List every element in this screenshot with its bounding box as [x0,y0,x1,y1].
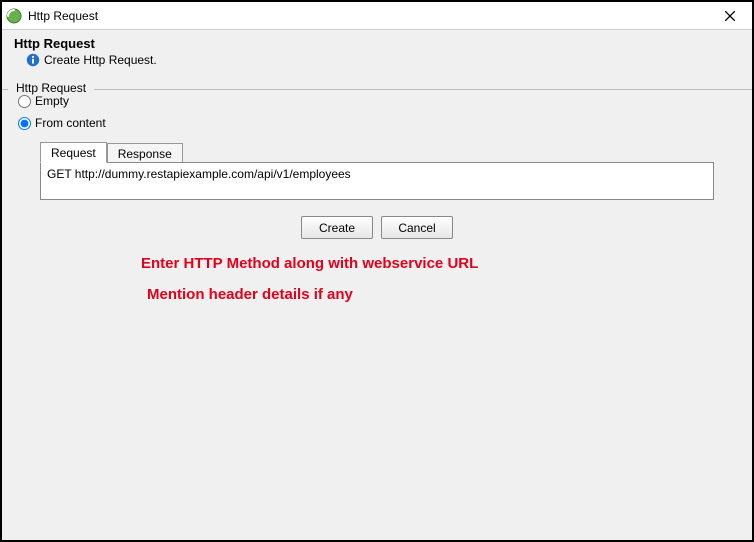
radio-empty-label: Empty [35,94,69,108]
tabs-header: Request Response [40,140,714,162]
header-subtitle: Create Http Request. [44,53,157,67]
create-button[interactable]: Create [301,216,373,239]
group-label: Http Request [8,79,94,95]
tabs-area: Request Response Enter HTTP Method along… [40,140,714,200]
info-icon [26,53,40,67]
tab-response[interactable]: Response [107,143,183,163]
tab-content: Enter HTTP Method along with webservice … [40,162,714,200]
radio-from-content[interactable]: From content [8,112,746,134]
app-icon [6,8,22,24]
header-subtitle-row: Create Http Request. [14,53,740,67]
radio-empty-input[interactable] [18,95,31,108]
radio-empty[interactable]: Empty [8,90,746,112]
dialog-buttons: Create Cancel [2,206,752,251]
annotation-line-1: Enter HTTP Method along with webservice … [141,255,478,272]
tab-response-label: Response [118,147,172,161]
close-icon [725,8,735,24]
dialog-header: Http Request Create Http Request. [2,30,752,71]
annotation-line-2: Mention header details if any [147,286,478,303]
radio-from-content-input[interactable] [18,117,31,130]
header-title: Http Request [14,36,740,51]
radio-from-content-label: From content [35,116,106,130]
cancel-button[interactable]: Cancel [381,216,453,239]
titlebar: Http Request [2,2,752,30]
annotation-overlay: Enter HTTP Method along with webservice … [141,255,478,303]
tab-request[interactable]: Request [40,142,107,163]
dialog-window: Http Request Http Request Create Http Re… [0,0,754,542]
tab-request-label: Request [51,146,96,160]
request-textarea[interactable] [41,163,713,199]
http-request-group: Http Request Empty From content Request … [2,71,752,206]
close-button[interactable] [712,4,748,28]
window-title: Http Request [28,9,712,23]
